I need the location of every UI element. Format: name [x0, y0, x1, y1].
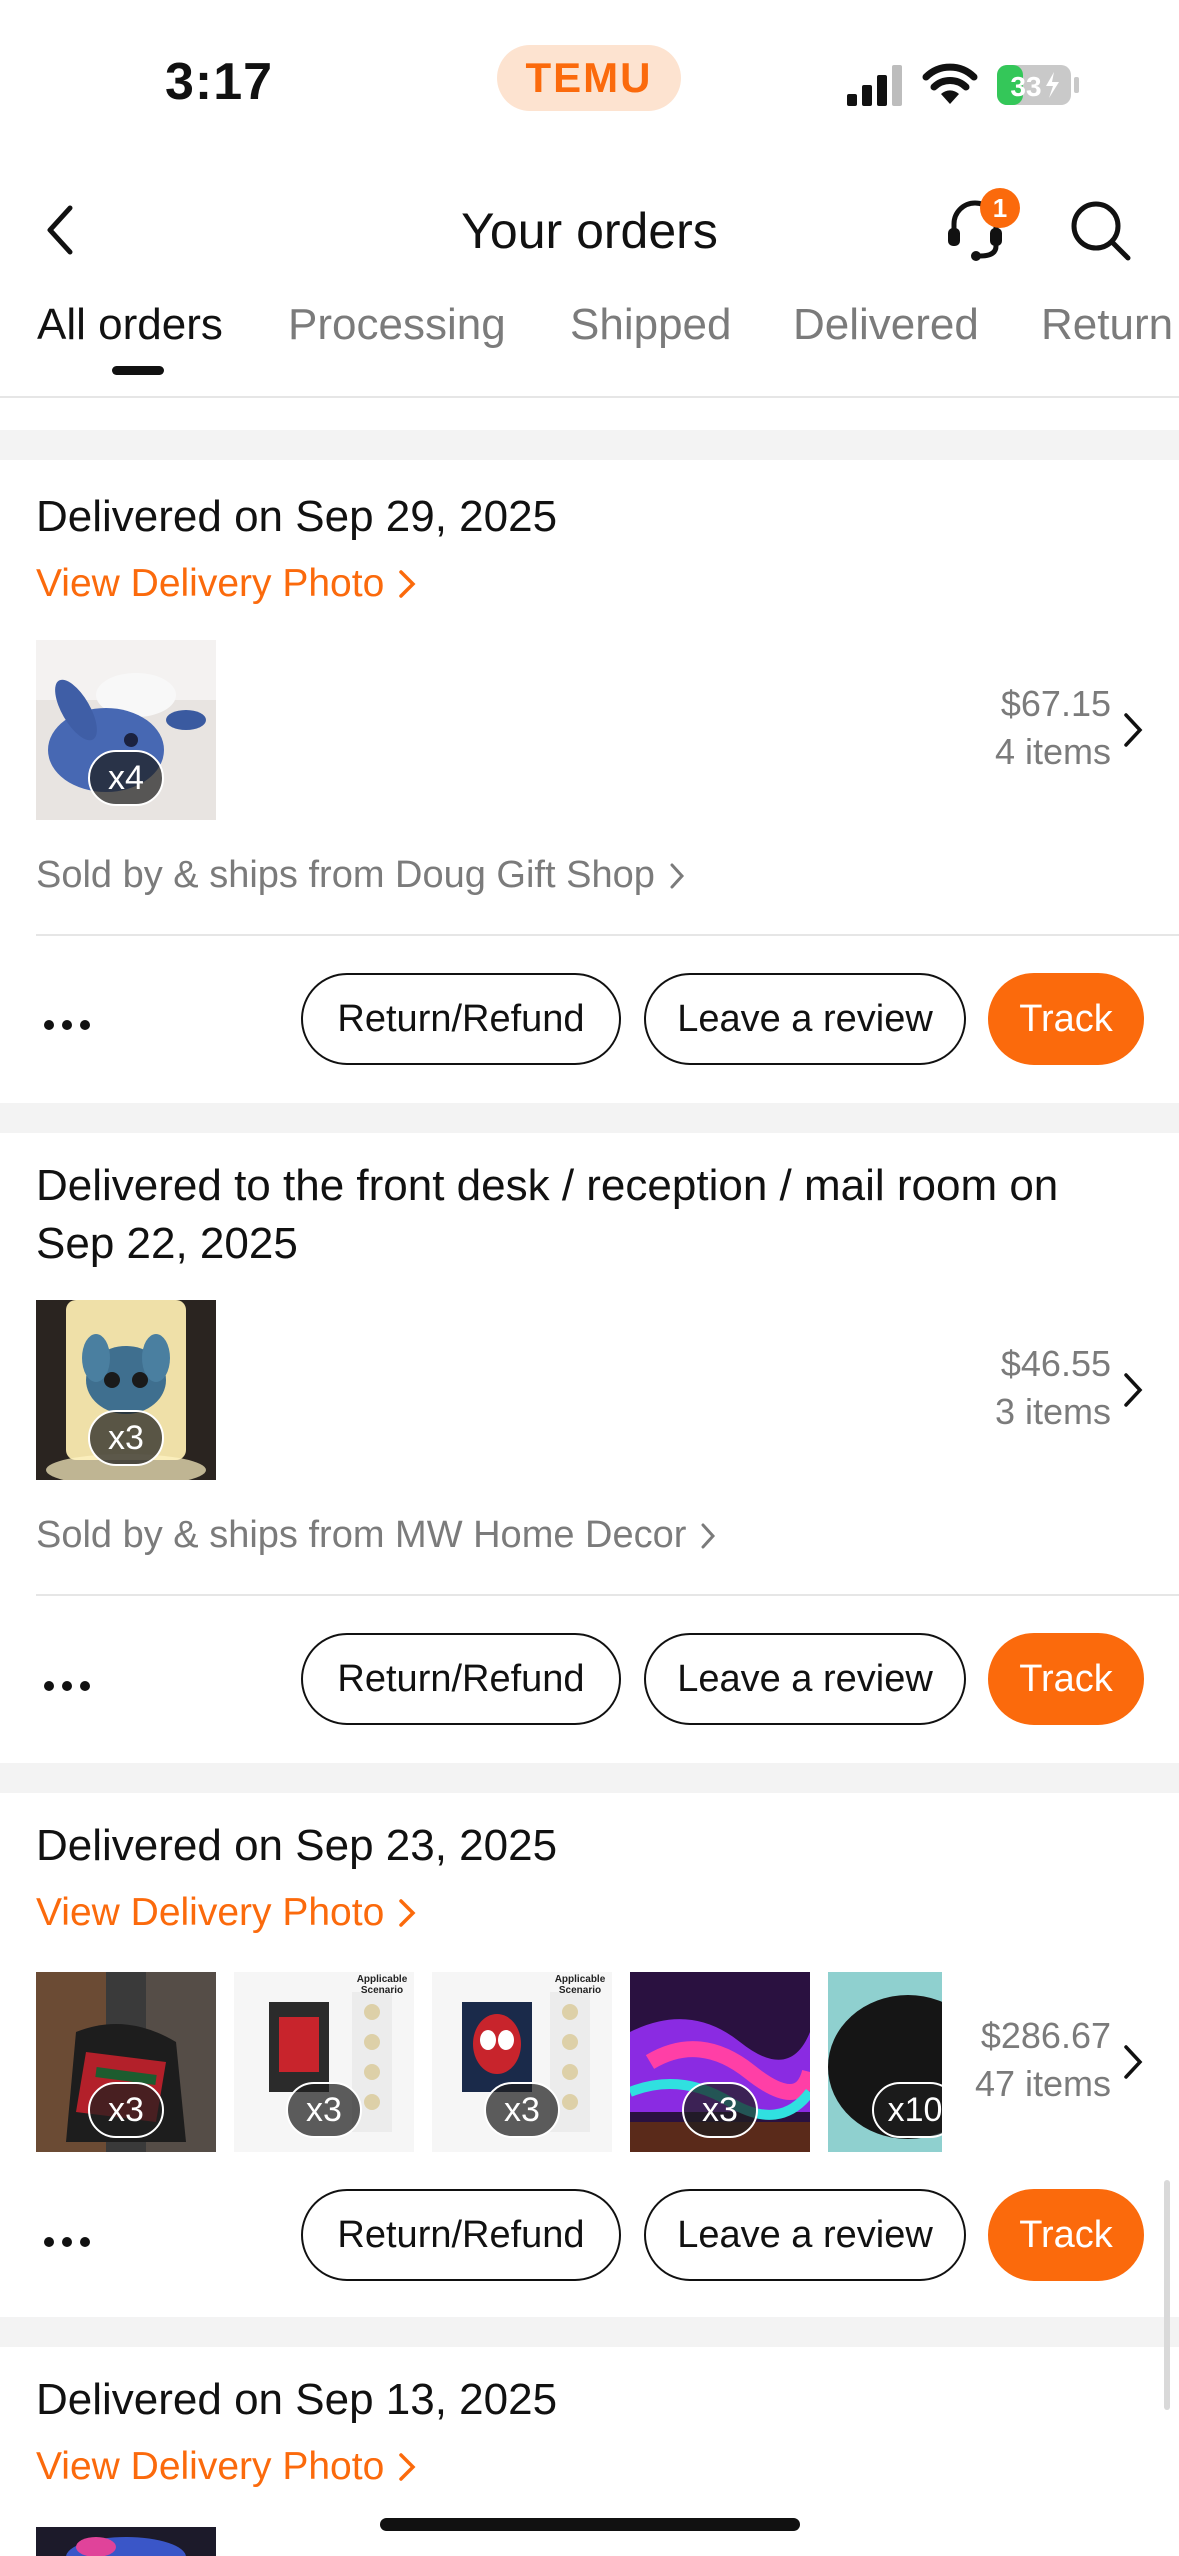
track-button[interactable]: Track: [988, 1633, 1144, 1725]
home-indicator[interactable]: [380, 2518, 800, 2531]
tab-all-orders[interactable]: All orders: [37, 300, 223, 350]
tab-processing[interactable]: Processing: [288, 300, 506, 350]
product-thumbnail[interactable]: x3: [36, 1300, 216, 1480]
quantity-badge: x3: [88, 1410, 164, 1466]
product-thumbnail[interactable]: x3: [36, 1972, 216, 2152]
scrollbar[interactable]: [1164, 2180, 1170, 2410]
leave-review-button[interactable]: Leave a review: [644, 973, 966, 1065]
seller-link[interactable]: Sold by & ships from Doug Gift Shop: [36, 854, 687, 897]
more-options-icon[interactable]: [42, 1018, 92, 1032]
leave-review-button[interactable]: Leave a review: [644, 2189, 966, 2281]
product-thumbnail[interactable]: x3: [630, 1972, 810, 2152]
divider: [36, 1594, 1179, 1596]
divider: [36, 934, 1179, 936]
order-status-title: Delivered on Sep 13, 2025: [36, 2375, 558, 2424]
delivery-photo-label: View Delivery Photo: [36, 562, 385, 605]
track-button[interactable]: Track: [988, 973, 1144, 1065]
chevron-right-icon: [399, 1899, 416, 1927]
order-price: $67.15: [1000, 683, 1111, 724]
delivery-photo-label: View Delivery Photo: [36, 2445, 385, 2488]
cellular-signal-icon: [847, 65, 902, 106]
tab-shipped[interactable]: Shipped: [570, 300, 731, 350]
support-notification-badge: 1: [980, 188, 1020, 228]
section-gap: [0, 2317, 1179, 2347]
view-delivery-photo-link[interactable]: View Delivery Photo: [36, 2445, 418, 2489]
tab-delivered[interactable]: Delivered: [793, 300, 979, 350]
order-status-title-line2: Sep 22, 2025: [36, 1219, 298, 1268]
battery-icon: 33: [997, 65, 1079, 105]
order-card: Delivered to the front desk / reception …: [0, 1133, 1179, 1763]
order-summary[interactable]: $286.67 47 items: [975, 2012, 1111, 2108]
quantity-badge: x3: [88, 2082, 164, 2138]
quantity-badge: x3: [682, 2082, 758, 2138]
temu-app-pill[interactable]: TEMU: [497, 45, 681, 111]
order-item-count: 3 items: [994, 1391, 1111, 1432]
product-thumbnail[interactable]: Applicable Scenario x3: [432, 1972, 612, 2152]
order-card: Delivered on Sep 23, 2025 View Delivery …: [0, 1793, 1179, 2317]
thumbnail-caption: Applicable Scenario: [554, 1974, 606, 1996]
quantity-badge: x3: [286, 2082, 362, 2138]
view-delivery-photo-link[interactable]: View Delivery Photo: [36, 1891, 418, 1935]
seller-link[interactable]: Sold by & ships from MW Home Decor: [36, 1514, 718, 1557]
order-price: $286.67: [980, 2015, 1111, 2056]
chevron-right-icon[interactable]: [1121, 710, 1145, 750]
chevron-right-icon[interactable]: [1121, 2042, 1145, 2082]
chevron-right-icon[interactable]: [1121, 1370, 1145, 1410]
seller-label: Sold by & ships from Doug Gift Shop: [36, 854, 655, 896]
search-icon[interactable]: [1068, 198, 1134, 264]
tab-return[interactable]: Return: [1041, 300, 1173, 350]
return-refund-button[interactable]: Return/Refund: [301, 973, 621, 1065]
order-status-tabs: All orders Processing Shipped Delivered …: [0, 290, 1179, 398]
return-refund-button[interactable]: Return/Refund: [301, 2189, 621, 2281]
product-thumbnail[interactable]: x10: [828, 1972, 942, 2152]
chevron-right-icon: [670, 863, 684, 888]
order-item-count: 4 items: [994, 731, 1111, 772]
more-options-icon[interactable]: [42, 2235, 92, 2249]
seller-label: Sold by & ships from MW Home Decor: [36, 1514, 687, 1556]
chevron-right-icon: [701, 1523, 716, 1548]
view-delivery-photo-link[interactable]: View Delivery Photo: [36, 562, 418, 606]
order-card: Delivered on Sep 29, 2025 View Delivery …: [0, 460, 1179, 1103]
order-summary[interactable]: $46.55 3 items: [995, 1340, 1111, 1436]
delivery-photo-label: View Delivery Photo: [36, 1891, 385, 1934]
product-thumbnail[interactable]: [36, 2527, 216, 2556]
return-refund-button[interactable]: Return/Refund: [301, 1633, 621, 1725]
order-price: $46.55: [1000, 1343, 1111, 1384]
status-bar: 3:17 TEMU 33: [0, 0, 1179, 170]
wifi-icon: [922, 63, 978, 104]
order-status-title: Delivered on Sep 23, 2025: [36, 1821, 558, 1870]
quantity-badge: x4: [88, 750, 164, 806]
order-status-title: Delivered to the front desk / reception …: [36, 1157, 1058, 1273]
product-image-icon: [36, 2527, 216, 2556]
section-gap: [0, 1103, 1179, 1133]
leave-review-button[interactable]: Leave a review: [644, 1633, 966, 1725]
quantity-badge: x10: [872, 2082, 942, 2138]
track-button[interactable]: Track: [988, 2189, 1144, 2281]
status-time: 3:17: [165, 53, 274, 111]
order-status-title-line1: Delivered to the front desk / reception …: [36, 1161, 1059, 1210]
chevron-right-icon: [399, 2453, 416, 2481]
quantity-badge: x3: [484, 2082, 560, 2138]
order-summary[interactable]: $67.15 4 items: [995, 680, 1111, 776]
chevron-right-icon: [399, 570, 416, 598]
thumbnail-caption: Applicable Scenario: [356, 1974, 408, 1996]
section-gap: [0, 430, 1179, 460]
product-thumbnail[interactable]: Applicable Scenario x3: [234, 1972, 414, 2152]
order-item-count: 47 items: [974, 2063, 1111, 2104]
product-thumbnail[interactable]: x4: [36, 640, 216, 820]
more-options-icon[interactable]: [42, 1679, 92, 1693]
active-tab-indicator: [112, 366, 164, 375]
battery-level: 33: [1010, 71, 1041, 102]
order-status-title: Delivered on Sep 29, 2025: [36, 492, 558, 541]
section-gap: [0, 1763, 1179, 1793]
